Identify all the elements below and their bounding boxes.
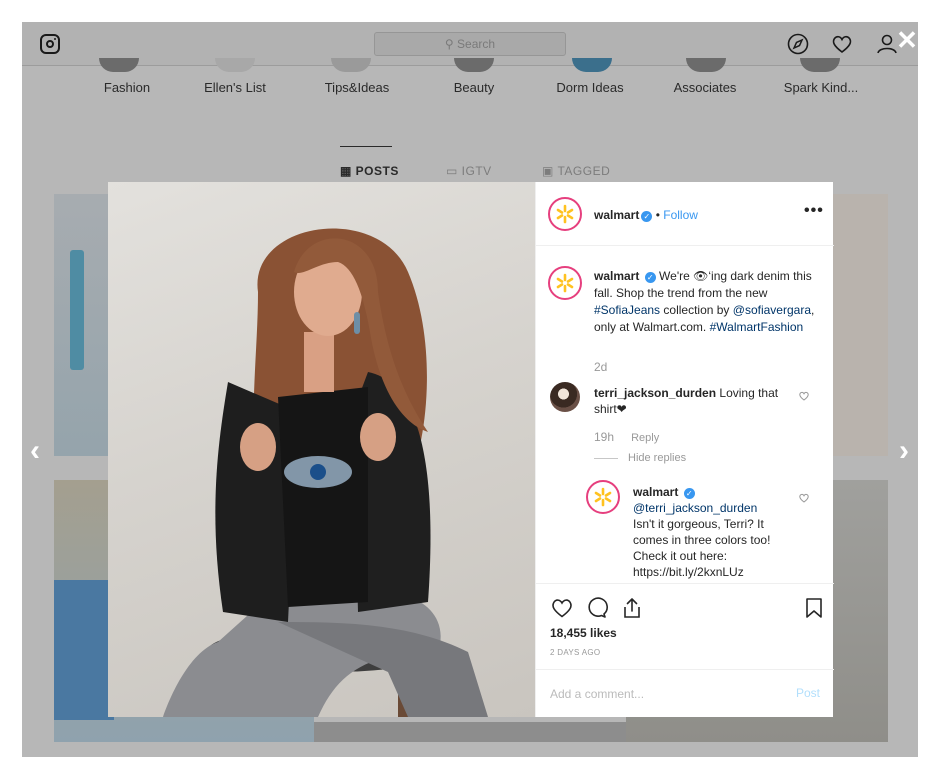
reply-text: Isn't it gorgeous, Terri? It comes in th…: [633, 517, 771, 579]
highlight-thumbnail[interactable]: [331, 58, 371, 72]
author-avatar[interactable]: [548, 197, 582, 231]
search-icon: ⚲: [444, 37, 458, 51]
highlight-label[interactable]: Fashion: [72, 80, 182, 95]
grid-icon: ▦: [340, 164, 356, 178]
highlight-thumbnail[interactable]: [99, 58, 139, 72]
author-username[interactable]: walmart: [594, 208, 639, 222]
post-header: walmart ✓ • Follow •••: [536, 182, 834, 246]
igtv-icon: ▭: [446, 164, 462, 178]
header-author-line: walmart ✓ • Follow: [594, 208, 698, 222]
explore-compass-icon[interactable]: [786, 32, 810, 56]
highlight-thumbnail[interactable]: [454, 58, 494, 72]
hide-replies-label: Hide replies: [628, 452, 687, 464]
caption-timestamp[interactable]: 2d: [594, 360, 607, 374]
add-comment-input[interactable]: [550, 685, 770, 703]
post-thumbnail[interactable]: [314, 722, 626, 742]
add-comment-bar: Post: [536, 669, 834, 717]
reply-like-heart-icon[interactable]: [798, 492, 810, 504]
divider-line: [594, 457, 618, 459]
tab-label: POSTS: [355, 164, 399, 178]
walmart-spark-icon: [594, 487, 612, 507]
activity-heart-icon[interactable]: [830, 32, 854, 56]
reply-comment: walmart ✓ @terri_jackson_durden Isn't it…: [633, 484, 793, 580]
hashtag-link[interactable]: #SofiaJeans: [594, 303, 660, 317]
walmart-spark-icon: [556, 273, 574, 293]
previous-post-arrow[interactable]: ‹: [30, 436, 40, 466]
tag-icon: ▣: [542, 164, 558, 178]
highlight-thumbnail[interactable]: [572, 58, 612, 72]
separator-dot: •: [652, 208, 664, 222]
reply-username[interactable]: walmart: [633, 485, 678, 499]
close-icon[interactable]: ✕: [893, 26, 921, 54]
share-upload-icon[interactable]: [620, 596, 644, 620]
mention-link[interactable]: @sofiavergara: [733, 303, 811, 317]
caption-author-avatar[interactable]: [548, 266, 582, 300]
post-date[interactable]: 2 DAYS AGO: [550, 648, 600, 657]
highlight-label[interactable]: Beauty: [419, 80, 529, 95]
tab-label: IGTV: [461, 164, 492, 178]
comment-like-heart-icon[interactable]: [798, 390, 810, 402]
post-comment-button[interactable]: Post: [796, 686, 820, 700]
highlight-thumbnail[interactable]: [686, 58, 726, 72]
caption-username[interactable]: walmart: [594, 269, 639, 283]
hide-replies-button[interactable]: Hide replies: [594, 452, 686, 464]
mention-link[interactable]: @terri_jackson_durden: [633, 501, 757, 515]
next-post-arrow[interactable]: ›: [899, 436, 909, 466]
search-input[interactable]: ⚲ Search: [374, 32, 566, 56]
comment-meta: 19h Reply: [594, 430, 659, 444]
tab-igtv[interactable]: ▭ IGTV: [446, 164, 492, 178]
highlight-label[interactable]: Ellen's List: [180, 80, 290, 95]
highlight-label[interactable]: Dorm Ideas: [535, 80, 645, 95]
post-thumbnail[interactable]: [832, 194, 888, 456]
tab-posts[interactable]: ▦ POSTS: [340, 164, 399, 178]
post-caption: walmart ✓ We're 👁‘ing dark denim this fa…: [594, 268, 816, 336]
post-details-panel: walmart ✓ • Follow ••• walmart ✓ We're 👁‘…: [535, 182, 834, 717]
highlight-label[interactable]: Associates: [650, 80, 760, 95]
walmart-spark-icon: [556, 204, 574, 224]
active-tab-indicator: [340, 146, 392, 147]
more-options-icon[interactable]: •••: [804, 202, 824, 220]
likes-count[interactable]: 18,455 likes: [550, 626, 617, 640]
comment-bubble-icon[interactable]: [584, 596, 608, 620]
verified-badge-icon: ✓: [641, 211, 653, 222]
decor-image: [54, 580, 114, 720]
comment: terri_jackson_durden Loving that shirt❤: [594, 385, 784, 417]
verified-badge-icon: ✓: [644, 272, 656, 283]
post-modal: walmart ✓ • Follow ••• walmart ✓ We're 👁‘…: [108, 182, 834, 717]
comment-username[interactable]: terri_jackson_durden: [594, 386, 716, 400]
reply-button[interactable]: Reply: [631, 432, 659, 444]
post-photo[interactable]: [108, 182, 535, 717]
hashtag-link[interactable]: #WalmartFashion: [710, 320, 804, 334]
tab-tagged[interactable]: ▣ TAGGED: [542, 164, 610, 178]
verified-badge-icon: ✓: [683, 488, 695, 499]
search-placeholder: Search: [457, 37, 496, 51]
product-bottle-image: [70, 250, 84, 370]
like-heart-icon[interactable]: [550, 596, 574, 620]
follow-button[interactable]: Follow: [663, 208, 698, 222]
highlight-thumbnail[interactable]: [215, 58, 255, 72]
commenter-avatar[interactable]: [550, 382, 580, 412]
comment-timestamp[interactable]: 19h: [594, 430, 614, 444]
save-bookmark-icon[interactable]: [802, 596, 826, 620]
highlight-thumbnail[interactable]: [800, 58, 840, 72]
highlight-label[interactable]: Spark Kind...: [766, 80, 876, 95]
caption-text: collection by: [663, 303, 730, 317]
highlight-label[interactable]: Tips&Ideas: [302, 80, 412, 95]
model-photo-illustration: [163, 228, 488, 717]
instagram-logo-icon[interactable]: [40, 34, 60, 54]
tab-label: TAGGED: [557, 164, 611, 178]
reply-author-avatar[interactable]: [586, 480, 620, 514]
post-actions: 18,455 likes 2 DAYS AGO: [536, 583, 834, 665]
